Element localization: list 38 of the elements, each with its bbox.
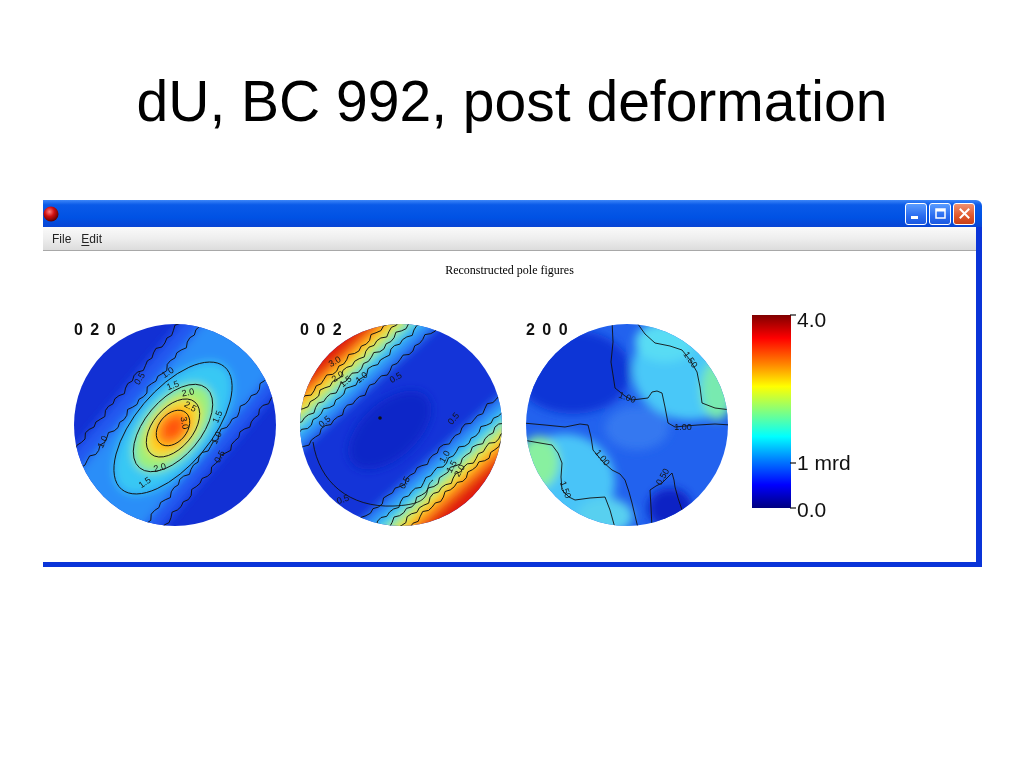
contour-label: 1.0 — [209, 429, 224, 446]
contour-label: 1.0 — [353, 369, 370, 386]
contour-label: 1.5 — [210, 409, 225, 425]
contour-label: 0.5 — [335, 492, 351, 507]
close-button[interactable] — [953, 202, 975, 225]
menu-item[interactable]: Edit — [77, 230, 107, 247]
contour-label: 0.5 — [131, 370, 148, 387]
maximize-icon — [934, 208, 946, 219]
contour-label: 0.5 — [445, 410, 462, 427]
contour-label: 1.0 — [95, 433, 110, 450]
contour-label: 0.5 — [212, 448, 227, 465]
contour-label: 2.0 — [152, 460, 168, 474]
contour-label: 1.0 — [159, 364, 176, 381]
contour-label: 2.0 — [180, 386, 195, 399]
close-icon — [958, 208, 970, 219]
colorbar-tick-label: 1 mrd — [797, 452, 851, 474]
contour-label: 2.5 — [182, 399, 199, 414]
contour-label: 1.00 — [617, 389, 638, 406]
plot-title: Reconstructed pole figures — [445, 262, 574, 278]
maximize-button[interactable] — [929, 202, 951, 225]
minimize-button[interactable] — [905, 202, 927, 225]
contour-label: 0.5 — [397, 474, 412, 491]
sphere-icon — [43, 205, 59, 222]
contour-label: 0.5 — [316, 413, 333, 430]
contour-label: 1.5 — [165, 378, 181, 393]
contour-label: 0.5 — [387, 370, 404, 385]
pole-figure-label: 0 2 0 — [74, 321, 118, 339]
colorbar-tick-label: 0.0 — [797, 499, 827, 521]
pole-figure-label: 0 0 2 — [300, 321, 344, 339]
minimize-icon — [911, 215, 918, 219]
contour-label: 3.0 — [326, 354, 343, 369]
pole-figure-label: 2 0 0 — [526, 321, 570, 339]
contour-label: 1.5 — [136, 474, 153, 491]
slide-title: dU, BC 992, post deformation — [136, 69, 888, 133]
colorbar-tick-label: 4.0 — [797, 309, 827, 331]
menu-item[interactable]: File — [48, 230, 76, 247]
contour-label: 1.50 — [557, 479, 574, 500]
contour-label: 3.0 — [178, 415, 191, 430]
